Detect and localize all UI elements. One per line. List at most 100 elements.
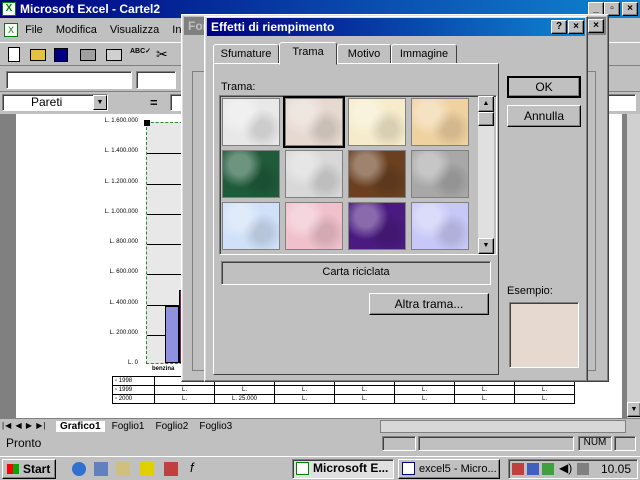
- task-excel[interactable]: Microsoft E...: [292, 459, 394, 479]
- texture-pink-tissue[interactable]: [285, 202, 343, 250]
- table-cell: L. 25.000: [214, 394, 275, 404]
- quicklaunch-desktop-icon[interactable]: [116, 462, 130, 476]
- menu-visualizza[interactable]: Visualizza: [110, 20, 159, 40]
- tab-foglio3[interactable]: Foglio3: [195, 421, 236, 432]
- other-texture-button[interactable]: Altra trama...: [369, 293, 489, 315]
- open-icon[interactable]: [30, 49, 46, 61]
- scroll-down-button[interactable]: ▼: [627, 402, 640, 417]
- quicklaunch-tool-icon[interactable]: [140, 462, 154, 476]
- texture-brown-marble[interactable]: [348, 150, 406, 198]
- quicklaunch-hands-icon[interactable]: [164, 462, 178, 476]
- row-label: ▫ 2000: [112, 394, 155, 404]
- help-button[interactable]: ?: [551, 20, 567, 34]
- quicklaunch-font-icon[interactable]: f: [190, 460, 194, 475]
- name-box-value: Pareti: [31, 95, 63, 109]
- category-label: benzina: [152, 366, 175, 372]
- chevron-down-icon[interactable]: ▼: [93, 95, 107, 110]
- name-box[interactable]: Pareti ▼: [2, 94, 108, 111]
- texture-granite[interactable]: [411, 150, 469, 198]
- tray-icon-3[interactable]: [542, 463, 554, 475]
- tray-icon-2[interactable]: [527, 463, 539, 475]
- table-cell: L.: [334, 394, 395, 404]
- status-text: Pronto: [6, 436, 42, 450]
- scroll-up-button[interactable]: ▲: [478, 96, 494, 112]
- table-cell: L.: [214, 385, 275, 395]
- example-label: Esempio:: [507, 285, 553, 297]
- excel-task-icon: [296, 462, 309, 475]
- task-word[interactable]: excel5 - Micro...: [398, 459, 500, 479]
- texture-green-marble[interactable]: [222, 150, 280, 198]
- ok-button[interactable]: OK: [507, 76, 581, 98]
- table-cell: L.: [274, 394, 335, 404]
- cut-icon[interactable]: ✂: [156, 46, 168, 63]
- tab-grafico1[interactable]: Grafico1: [56, 421, 105, 432]
- table-cell: L.: [334, 385, 395, 395]
- tab-sfumature[interactable]: Sfumature: [213, 44, 279, 64]
- status-panel-2: [418, 436, 574, 451]
- spelling-icon[interactable]: ABC✓: [130, 47, 151, 63]
- tab-foglio2[interactable]: Foglio2: [152, 421, 193, 432]
- vertical-scrollbar-right[interactable]: ▼: [626, 114, 640, 418]
- texture-bouquet[interactable]: [411, 202, 469, 250]
- texture-label: Trama:: [221, 81, 256, 93]
- clock: 10.05: [601, 462, 632, 476]
- horizontal-scrollbar[interactable]: [380, 420, 626, 433]
- fill-effects-dialog: Effetti di riempimento ? × Sfumature Tra…: [204, 16, 588, 382]
- quicklaunch-ie-icon[interactable]: [72, 462, 86, 476]
- tab-immagine[interactable]: Immagine: [391, 44, 457, 64]
- menu-file[interactable]: File: [25, 20, 43, 40]
- status-panel-1: [382, 436, 416, 451]
- fill-effects-title: Effetti di riempimento: [211, 20, 335, 34]
- fill-effects-title-bar[interactable]: Effetti di riempimento: [207, 18, 585, 36]
- tab-scroll-buttons[interactable]: |◀ ◀ ▶ ▶|: [2, 421, 46, 430]
- texture-gray-marble[interactable]: [285, 150, 343, 198]
- scroll-thumb[interactable]: [478, 112, 494, 126]
- start-button[interactable]: Start: [2, 459, 56, 479]
- texture-recycled-paper[interactable]: [283, 96, 345, 148]
- equals-icon[interactable]: =: [150, 95, 158, 110]
- y-tick-label: L. 1.000.000: [104, 208, 138, 215]
- tab-foglio1[interactable]: Foglio1: [108, 421, 149, 432]
- new-icon[interactable]: [8, 47, 20, 62]
- y-tick-label: L. 1.200.000: [104, 178, 138, 185]
- tray-icon-5[interactable]: [577, 463, 589, 475]
- print-preview-icon[interactable]: [106, 49, 122, 61]
- table-cell: L.: [394, 394, 455, 404]
- excel-close-button[interactable]: ×: [622, 2, 638, 16]
- close-icon[interactable]: ×: [568, 20, 584, 34]
- texture-blue-tissue[interactable]: [222, 202, 280, 250]
- excel-title: Microsoft Excel - Cartel2: [20, 2, 161, 16]
- cancel-button[interactable]: Annulla: [507, 105, 581, 127]
- tray-icon-1[interactable]: [512, 463, 524, 475]
- bar-1999[interactable]: [165, 305, 179, 363]
- task-word-label: excel5 - Micro...: [419, 463, 497, 475]
- table-cell: L.: [154, 385, 215, 395]
- texture-white-marble[interactable]: [222, 98, 280, 146]
- table-cell: L.: [514, 394, 575, 404]
- font-size-select[interactable]: [136, 71, 176, 89]
- table-cell: L.: [454, 385, 515, 395]
- y-tick-label: L. 200.000: [109, 329, 138, 336]
- format-dialog-close-button[interactable]: ×: [588, 19, 604, 33]
- workbook-icon: X: [4, 23, 18, 38]
- status-panel-4: [614, 436, 636, 451]
- texture-scrollbar[interactable]: ▲ ▼: [478, 96, 494, 254]
- texture-purple-mesh[interactable]: [348, 202, 406, 250]
- menu-modifica[interactable]: Modifica: [56, 20, 97, 40]
- texture-parchment[interactable]: [348, 98, 406, 146]
- font-select[interactable]: [6, 71, 132, 89]
- volume-icon[interactable]: ◀): [559, 461, 572, 475]
- taskbar: Start f Microsoft E... excel5 - Micro...…: [0, 456, 640, 480]
- sheet-tab-bar: |◀ ◀ ▶ ▶| Grafico1 Foglio1 Foglio2 Fogli…: [0, 418, 640, 434]
- texture-sand[interactable]: [411, 98, 469, 146]
- quicklaunch-outlook-icon[interactable]: [94, 462, 108, 476]
- selection-handle[interactable]: [144, 120, 150, 126]
- table-cell: L.: [394, 385, 455, 395]
- tab-motivo[interactable]: Motivo: [337, 44, 391, 64]
- scroll-down-button[interactable]: ▼: [478, 238, 494, 254]
- start-label: Start: [23, 462, 51, 476]
- system-tray: ◀) 10.05: [508, 459, 638, 479]
- save-icon[interactable]: [54, 48, 68, 62]
- tab-trama[interactable]: Trama: [279, 42, 337, 65]
- print-icon[interactable]: [80, 49, 96, 61]
